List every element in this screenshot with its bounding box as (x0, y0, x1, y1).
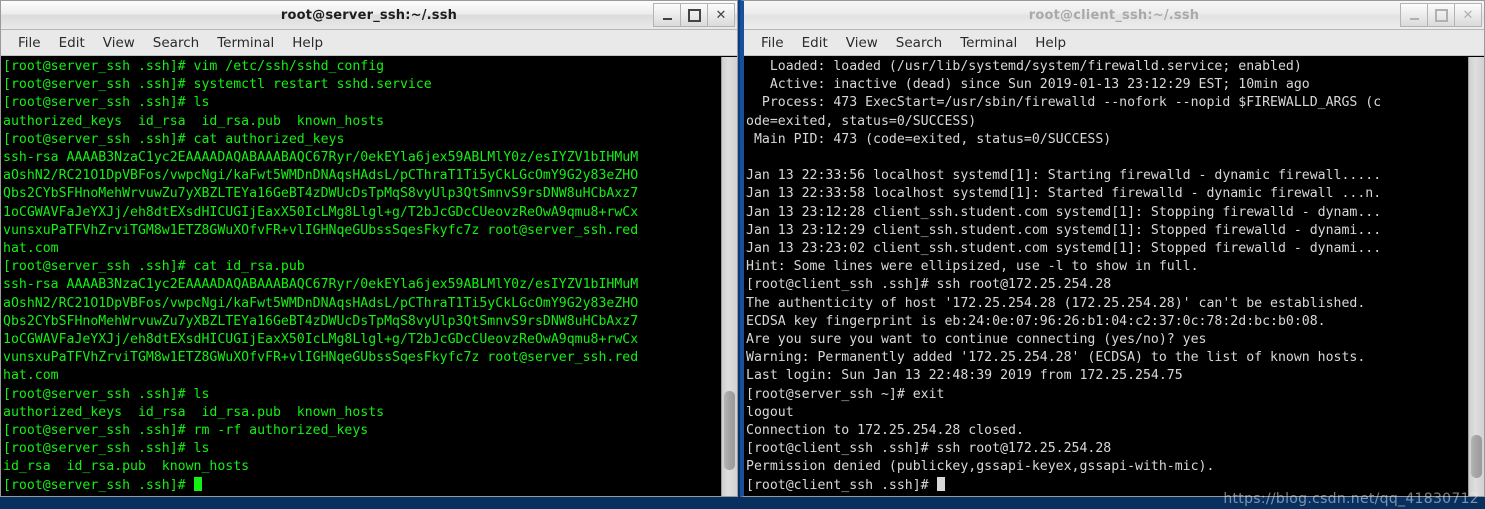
window-controls-client[interactable]: ✕ (1400, 3, 1482, 27)
scrollbar-server[interactable] (721, 57, 737, 496)
menu-search[interactable]: Search (144, 32, 208, 54)
menu-terminal[interactable]: Terminal (208, 32, 283, 54)
scrollbar-client[interactable] (1468, 57, 1484, 496)
menu-file[interactable]: File (752, 32, 793, 54)
terminal-output-server[interactable]: [root@server_ssh .ssh]# vim /etc/ssh/ssh… (1, 57, 721, 496)
terminal-output-client[interactable]: Loaded: loaded (/usr/lib/systemd/system/… (744, 57, 1468, 496)
terminal-body-client[interactable]: Loaded: loaded (/usr/lib/systemd/system/… (744, 56, 1484, 496)
menu-edit[interactable]: Edit (793, 32, 837, 54)
menu-help[interactable]: Help (283, 32, 332, 54)
menu-file[interactable]: File (9, 32, 50, 54)
scrollbar-thumb-client[interactable] (1471, 434, 1482, 479)
menubar-server[interactable]: File Edit View Search Terminal Help (1, 30, 737, 56)
minimize-button[interactable] (1400, 3, 1428, 27)
terminal-window-client[interactable]: root@client_ssh:~/.ssh ✕ File Edit View … (740, 0, 1485, 497)
terminal-text-server: [root@server_ssh .ssh]# vim /etc/ssh/ssh… (3, 59, 639, 493)
menu-terminal[interactable]: Terminal (951, 32, 1026, 54)
close-button[interactable]: ✕ (707, 3, 735, 27)
window-title-client: root@client_ssh:~/.ssh (1028, 7, 1200, 23)
terminal-body-server[interactable]: [root@server_ssh .ssh]# vim /etc/ssh/ssh… (1, 56, 737, 496)
close-button[interactable]: ✕ (1454, 3, 1482, 27)
menu-view[interactable]: View (837, 32, 887, 54)
menu-help[interactable]: Help (1026, 32, 1075, 54)
maximize-button[interactable] (680, 3, 708, 27)
titlebar-client[interactable]: root@client_ssh:~/.ssh ✕ (744, 1, 1484, 30)
window-title-server: root@server_ssh:~/.ssh (280, 7, 458, 23)
menubar-client[interactable]: File Edit View Search Terminal Help (744, 30, 1484, 56)
maximize-button[interactable] (1427, 3, 1455, 27)
desktop-background: root@server_ssh:~/.ssh ✕ File Edit View … (0, 0, 1485, 509)
menu-view[interactable]: View (94, 32, 144, 54)
terminal-text-client: Loaded: loaded (/usr/lib/systemd/system/… (746, 59, 1382, 493)
menu-search[interactable]: Search (887, 32, 951, 54)
titlebar-server[interactable]: root@server_ssh:~/.ssh ✕ (1, 1, 737, 30)
scrollbar-thumb-server[interactable] (724, 390, 735, 470)
terminal-cursor (936, 476, 945, 491)
terminal-window-server[interactable]: root@server_ssh:~/.ssh ✕ File Edit View … (0, 0, 738, 497)
minimize-button[interactable] (653, 3, 681, 27)
window-controls-server[interactable]: ✕ (653, 3, 735, 27)
menu-edit[interactable]: Edit (50, 32, 94, 54)
terminal-cursor (193, 476, 202, 491)
